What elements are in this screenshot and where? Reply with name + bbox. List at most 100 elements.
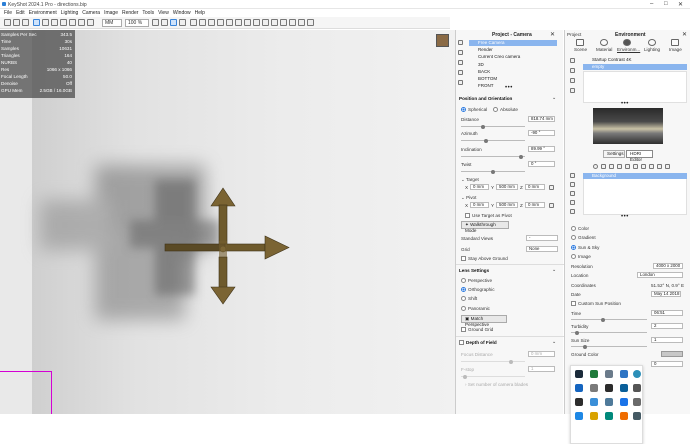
time-slider[interactable] — [571, 317, 647, 322]
perspective-radio[interactable] — [461, 278, 466, 283]
focus-distance-field[interactable]: 0 mm — [528, 351, 555, 357]
menu-environment[interactable]: Environment — [29, 9, 57, 17]
delete-environment-icon[interactable] — [570, 88, 575, 93]
app-tray-icon[interactable] — [590, 412, 598, 420]
save-environment-icon[interactable] — [570, 78, 575, 83]
app-tray-icon[interactable] — [605, 384, 613, 392]
dof-section-title[interactable]: Depth of Field — [466, 340, 497, 345]
layer-delete-icon[interactable] — [570, 209, 575, 214]
zoom-icon[interactable] — [244, 19, 251, 26]
grid-select[interactable]: None — [526, 246, 558, 252]
ground-color-swatch[interactable] — [661, 351, 683, 357]
splitter-dots[interactable]: ••• — [621, 101, 629, 107]
camera-navigator-icon[interactable] — [436, 34, 449, 47]
duplicate-environment-icon[interactable] — [570, 68, 575, 73]
app-tray-icon[interactable] — [620, 412, 628, 420]
gradient-radio[interactable] — [571, 235, 576, 240]
layer-visibility-icon[interactable] — [570, 200, 575, 205]
sun-icon[interactable] — [649, 164, 654, 169]
app-tray-icon[interactable] — [590, 370, 598, 378]
performance-mode-icon[interactable] — [170, 19, 177, 26]
camera-list-item[interactable]: Current Creo camera — [469, 54, 557, 60]
environment-list-item[interactable]: Startup Contrast 4K — [583, 57, 687, 63]
chevron-down-icon[interactable]: ⌄ — [552, 267, 556, 273]
adjust-icon[interactable] — [625, 164, 630, 169]
light-icon[interactable] — [280, 19, 287, 26]
custom-sun-checkbox[interactable] — [571, 301, 576, 306]
panel-close-icon[interactable]: ✕ — [682, 31, 687, 38]
info-icon[interactable] — [593, 164, 598, 169]
orthographic-radio[interactable] — [461, 287, 466, 292]
layer-down-icon[interactable] — [570, 182, 575, 187]
image-tab-icon[interactable] — [671, 39, 679, 46]
twist-field[interactable]: 0 ° — [528, 161, 555, 167]
hdri-preview[interactable] — [593, 108, 663, 144]
app-tray-icon[interactable] — [575, 412, 583, 420]
target-toggle[interactable]: ⌄ Target — [461, 177, 479, 183]
fit-view-icon[interactable] — [253, 19, 260, 26]
delete-icon[interactable] — [641, 164, 646, 169]
splitter-dots[interactable]: ••• — [621, 214, 629, 220]
focus-distance-slider[interactable] — [461, 359, 525, 364]
camera-settings-icon[interactable] — [458, 70, 463, 75]
azimuth-slider[interactable] — [461, 138, 525, 143]
layer-duplicate-icon[interactable] — [570, 191, 575, 196]
camera-list-item[interactable]: Free Camera — [469, 40, 557, 46]
app-tray-icon[interactable] — [620, 370, 628, 378]
app-tray-icon[interactable] — [605, 370, 613, 378]
sun-size-slider[interactable] — [571, 344, 647, 349]
tab-material[interactable]: Material — [596, 47, 612, 52]
stay-above-ground-checkbox[interactable] — [461, 256, 466, 261]
grid-icon[interactable] — [78, 19, 85, 26]
animation-icon[interactable] — [298, 19, 305, 26]
menu-view[interactable]: View — [158, 9, 169, 17]
add-environment-icon[interactable] — [570, 58, 575, 63]
settings-subtab[interactable]: Settings — [603, 150, 625, 158]
app-tray-icon[interactable] — [575, 384, 583, 392]
open-icon[interactable] — [13, 19, 20, 26]
twist-slider[interactable] — [461, 169, 525, 174]
turbidity-slider[interactable] — [571, 330, 647, 335]
ground-extra-field[interactable]: 0 — [651, 361, 683, 367]
target-y-field[interactable]: 500 mm — [496, 184, 518, 190]
camera-list-item[interactable]: FRONT — [469, 83, 557, 88]
tab-lighting[interactable]: Lighting — [644, 47, 660, 52]
pivot-y-field[interactable]: 500 mm — [496, 202, 518, 208]
app-tray-icon[interactable] — [633, 370, 641, 378]
environment-list[interactable] — [583, 71, 687, 103]
add-geometry-icon[interactable] — [51, 19, 58, 26]
panel-close-icon[interactable]: ✕ — [550, 31, 555, 38]
cpu-gpu-icon[interactable] — [190, 19, 197, 26]
screenshot-icon[interactable] — [199, 19, 206, 26]
tab-image[interactable]: Image — [669, 47, 682, 52]
pivot-pick-icon[interactable] — [549, 203, 554, 208]
camera-blades-toggle[interactable]: › Set number of camera blades — [465, 382, 528, 387]
add-camera-icon[interactable] — [458, 40, 463, 45]
menu-render[interactable]: Render — [122, 9, 138, 17]
sun-sky-radio[interactable] — [571, 245, 576, 250]
menu-lighting[interactable]: Lighting — [61, 9, 79, 17]
app-tray-icon[interactable] — [605, 412, 613, 420]
color-radio[interactable] — [571, 226, 576, 231]
lock-camera-icon[interactable] — [458, 60, 463, 65]
camera-tool-icon[interactable] — [69, 19, 76, 26]
move-icon[interactable] — [262, 19, 269, 26]
delete-camera-icon[interactable] — [458, 80, 463, 85]
depth-of-field-checkbox[interactable] — [459, 340, 464, 345]
time-field[interactable]: 06:51 — [651, 310, 683, 316]
app-tray-icon[interactable] — [620, 398, 628, 406]
menu-edit[interactable]: Edit — [16, 9, 25, 17]
target-x-field[interactable]: 0 mm — [470, 184, 489, 190]
zoom-select[interactable]: 100 % — [125, 19, 149, 27]
denoise-icon[interactable] — [179, 19, 186, 26]
material-tab-icon[interactable] — [600, 39, 608, 46]
position-section-title[interactable]: Position and Orientation — [459, 96, 512, 101]
app-tray-icon[interactable] — [620, 384, 628, 392]
chevron-down-icon[interactable]: ⌄ — [552, 339, 556, 345]
menu-help[interactable]: Help — [195, 9, 205, 17]
dolly-icon[interactable] — [226, 19, 233, 26]
camera-list-item[interactable]: 3D — [469, 62, 557, 68]
spherical-radio[interactable] — [461, 107, 466, 112]
tab-environment[interactable]: Environm... — [617, 47, 640, 52]
tumble-icon[interactable] — [235, 19, 242, 26]
